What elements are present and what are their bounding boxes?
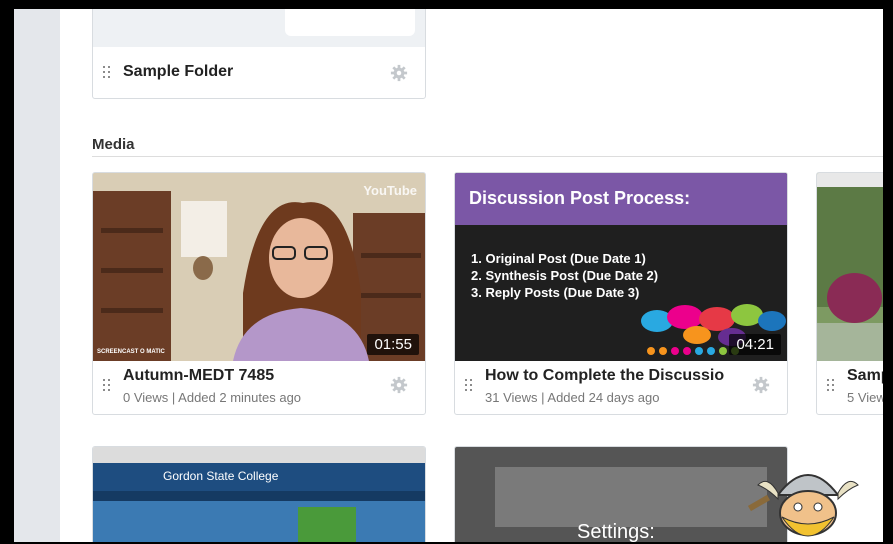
slide-step: 3. Reply Posts (Due Date 3) bbox=[471, 285, 640, 300]
card-info: How to Complete the Discussio 31 Views |… bbox=[455, 359, 787, 414]
browser-viewport: Sample Folder Media YouTube SCREENCAST O… bbox=[14, 9, 883, 542]
browser-bar bbox=[817, 173, 883, 187]
media-meta: 5 View bbox=[847, 390, 883, 405]
card-info: Autumn-MEDT 7485 0 Views | Added 2 minut… bbox=[93, 359, 425, 414]
video-frame-illustration bbox=[93, 173, 425, 361]
ground bbox=[817, 323, 883, 361]
screencast-watermark: SCREENCAST O MATIC bbox=[97, 349, 165, 355]
video-thumbnail[interactable]: Discussion Post Process: 1. Original Pos… bbox=[455, 173, 787, 361]
slide-step: 2. Synthesis Post (Due Date 2) bbox=[471, 268, 659, 283]
main-content: Sample Folder Media YouTube SCREENCAST O… bbox=[60, 9, 883, 542]
media-title[interactable]: How to Complete the Discussio bbox=[485, 367, 740, 385]
drag-handle-icon[interactable] bbox=[827, 379, 837, 393]
folder-name[interactable]: Sample Folder bbox=[123, 63, 233, 81]
site-name: Gordon State College bbox=[163, 469, 279, 483]
video-duration: 04:21 bbox=[729, 334, 781, 355]
youtube-logo: YouTube bbox=[363, 183, 417, 198]
site-header: Gordon State College bbox=[93, 463, 425, 491]
gear-icon[interactable] bbox=[752, 376, 770, 394]
media-meta: 0 Views | Added 2 minutes ago bbox=[123, 390, 302, 405]
slide-caption: Settings: bbox=[577, 521, 655, 542]
viking-mascot-icon bbox=[748, 474, 859, 537]
drag-handle-icon[interactable] bbox=[103, 379, 113, 393]
section-divider bbox=[92, 156, 883, 157]
drag-handle-icon[interactable] bbox=[465, 379, 475, 393]
folder-thumb bbox=[93, 9, 425, 47]
media-section-title: Media bbox=[92, 136, 135, 153]
media-card[interactable]: Discussion Post Process: 1. Original Pos… bbox=[454, 172, 788, 415]
media-card[interactable]: Settings: bbox=[454, 446, 788, 542]
media-title[interactable]: Autumn-MEDT 7485 bbox=[123, 367, 378, 385]
video-thumbnail[interactable] bbox=[817, 173, 883, 361]
video-thumbnail[interactable]: YouTube SCREENCAST O MATIC 01:55 bbox=[93, 173, 425, 361]
media-title[interactable]: Samp bbox=[847, 367, 883, 385]
slide-heading: Discussion Post Process: bbox=[469, 188, 691, 208]
left-sidebar bbox=[14, 9, 60, 542]
video-thumbnail[interactable]: Settings: bbox=[455, 447, 787, 542]
media-card[interactable]: Gordon State College bbox=[92, 446, 426, 542]
slide-step: 1. Original Post (Due Date 1) bbox=[471, 251, 646, 266]
media-card[interactable]: YouTube SCREENCAST O MATIC 01:55 Autumn-… bbox=[92, 172, 426, 415]
folder-card[interactable]: Sample Folder bbox=[92, 9, 426, 99]
gear-icon[interactable] bbox=[390, 64, 408, 82]
slide-header: Discussion Post Process: bbox=[455, 173, 787, 225]
site-body bbox=[93, 501, 425, 542]
media-card[interactable]: Samp 5 View bbox=[816, 172, 883, 415]
video-duration: 01:55 bbox=[367, 334, 419, 355]
drag-handle-icon[interactable] bbox=[103, 66, 113, 80]
site-nav bbox=[93, 491, 425, 501]
gear-icon[interactable] bbox=[390, 376, 408, 394]
media-meta: 31 Views | Added 24 days ago bbox=[485, 390, 660, 405]
settings-screen bbox=[495, 467, 767, 527]
browser-bar bbox=[93, 447, 425, 463]
site-promo bbox=[298, 507, 356, 542]
card-info: Samp 5 View bbox=[817, 359, 883, 414]
flower-bush bbox=[827, 273, 882, 323]
video-thumbnail[interactable]: Gordon State College bbox=[93, 447, 425, 542]
